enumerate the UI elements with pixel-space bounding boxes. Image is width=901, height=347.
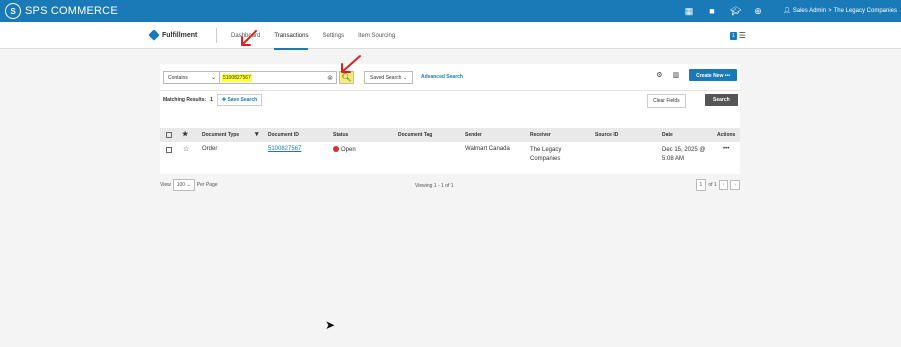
- more-icon: •••: [724, 73, 730, 79]
- sort-down-icon[interactable]: ▾: [255, 130, 259, 138]
- select-all-checkbox[interactable]: [166, 132, 172, 140]
- top-icon-group: ▦ ■ 🎓︎ ⊕: [684, 6, 763, 16]
- create-new-label: Create New: [696, 73, 724, 79]
- divider: [216, 28, 217, 43]
- columns-icon[interactable]: ▥: [672, 71, 679, 79]
- matching-count: 1: [210, 97, 213, 103]
- table-header: ★ Document Type ▾ Document ID Status Doc…: [160, 128, 740, 142]
- header-document-type[interactable]: Document Type: [202, 132, 239, 138]
- sps-logo[interactable]: S SPS COMMERCE: [5, 3, 118, 19]
- header-date[interactable]: Date: [662, 132, 673, 138]
- chevron-down-icon: ⌄: [186, 182, 191, 188]
- search-row: Contains ⌄ 5100827567 ⊗ 🔍︎ Saved Search …: [163, 68, 463, 86]
- matching-results: Matching Results: 1 ✚ Save Search: [163, 94, 263, 106]
- app-title-text: Fulfillment: [162, 31, 198, 39]
- app-header-right: 1 ☰: [730, 31, 746, 40]
- learning-icon[interactable]: 🎓︎: [730, 6, 741, 16]
- row-checkbox[interactable]: [166, 147, 172, 155]
- create-new-button[interactable]: Create New •••: [689, 69, 737, 81]
- save-search-button[interactable]: ✚ Save Search: [216, 94, 263, 106]
- search-input[interactable]: 5100827567 ⊗: [220, 70, 337, 84]
- search-mode-select[interactable]: Contains ⌄: [163, 70, 220, 84]
- star-icon[interactable]: ★: [182, 130, 188, 138]
- status-open-icon: [333, 146, 339, 152]
- apps-grid-icon[interactable]: ▦: [684, 6, 694, 16]
- cell-sender: Walmart Canada: [465, 146, 510, 152]
- chevron-down-icon: ⌄: [402, 74, 408, 81]
- list-icon[interactable]: ☰: [739, 31, 746, 40]
- results-table: ★ Document Type ▾ Document ID Status Doc…: [160, 128, 740, 168]
- search-mode-value: Contains: [168, 74, 188, 81]
- advanced-search-link[interactable]: Advanced Search: [421, 74, 463, 80]
- star-outline-icon[interactable]: ☆: [183, 145, 189, 153]
- fulfillment-cube-icon: [148, 29, 160, 41]
- search-input-value: 5100827567: [222, 73, 252, 82]
- cell-status: Open: [333, 146, 356, 153]
- tab-transactions[interactable]: Transactions: [274, 33, 309, 50]
- matching-label: Matching Results:: [163, 97, 207, 103]
- cell-document-type: Order: [202, 146, 218, 152]
- user-icon: 👤︎: [783, 8, 791, 14]
- row-actions-icon[interactable]: •••: [723, 146, 729, 152]
- header-actions: Actions: [717, 132, 736, 138]
- saved-search-label: Saved Search: [370, 74, 402, 81]
- mouse-cursor-icon: ➤: [325, 318, 336, 332]
- clear-fields-button[interactable]: Clear Fields: [647, 94, 686, 108]
- pager: 1 of 1 ‹ ›: [695, 179, 740, 191]
- header-sender[interactable]: Sender: [465, 132, 482, 138]
- prev-page-icon[interactable]: ‹: [718, 180, 729, 190]
- header-status[interactable]: Status: [333, 132, 348, 138]
- per-page-select[interactable]: 100 ⌄: [172, 179, 195, 191]
- toolbar-right: ⚙ ▥ Create New •••: [656, 69, 737, 81]
- header-source-id[interactable]: Source ID: [595, 132, 618, 138]
- divider: [160, 90, 740, 91]
- view-label: View: [160, 182, 171, 188]
- breadcrumb-separator: >: [828, 7, 832, 14]
- tab-item-sourcing[interactable]: Item Sourcing: [358, 33, 395, 50]
- cell-document-id-link[interactable]: 5100827567: [268, 146, 301, 152]
- next-page-icon[interactable]: ›: [730, 180, 740, 190]
- app-title: Fulfillment: [148, 29, 198, 41]
- top-navbar: S SPS COMMERCE ▦ ■ 🎓︎ ⊕ 👤︎ Sales Admin >…: [0, 0, 901, 22]
- page-of-label: of 1: [708, 182, 717, 188]
- viewing-count: Viewing 1 - 1 of 1: [415, 183, 454, 189]
- gear-icon[interactable]: ⚙: [656, 71, 662, 79]
- annotation-arrow-icon: [241, 30, 257, 46]
- per-page-control: View 100 ⌄ Per Page: [160, 179, 218, 191]
- table-row[interactable]: ☆ Order 5100827567 Open Walmart Canada T…: [160, 142, 740, 168]
- header-document-id[interactable]: Document ID: [268, 132, 299, 138]
- search-submit-button[interactable]: Search: [705, 94, 738, 106]
- page-input[interactable]: 1: [695, 179, 707, 191]
- search-panel: Contains ⌄ 5100827567 ⊗ 🔍︎ Saved Search …: [160, 64, 740, 174]
- user-menu[interactable]: 👤︎ Sales Admin > The Legacy Companies: [783, 7, 897, 15]
- app-header: Fulfillment Dashboard Transactions Setti…: [0, 22, 901, 50]
- help-icon[interactable]: ⊕: [753, 6, 763, 16]
- tab-settings[interactable]: Settings: [322, 33, 344, 50]
- count-badge[interactable]: 1: [730, 31, 737, 40]
- notifications-icon[interactable]: ■: [707, 6, 717, 16]
- header-document-tag[interactable]: Document Tag: [398, 132, 432, 138]
- sps-logo-icon: S: [5, 3, 21, 19]
- user-label: Sales Admin: [792, 7, 827, 14]
- chevron-down-icon: ⌄: [210, 74, 216, 81]
- company-name: The Legacy Companies: [833, 7, 897, 14]
- clear-icon[interactable]: ⊗: [327, 74, 333, 82]
- per-page-label: Per Page: [196, 182, 218, 188]
- annotation-check-arrow-icon: [341, 55, 361, 73]
- header-receiver[interactable]: Receiver: [530, 132, 551, 138]
- cell-date: Dec 15, 2025 @ 5:08 AM: [662, 147, 706, 162]
- per-page-value: 100: [176, 182, 186, 188]
- logo-text: SPS COMMERCE: [25, 5, 118, 17]
- save-search-label: Save Search: [227, 97, 258, 103]
- cell-receiver: The Legacy Companies: [530, 147, 562, 162]
- status-label: Open: [341, 147, 356, 153]
